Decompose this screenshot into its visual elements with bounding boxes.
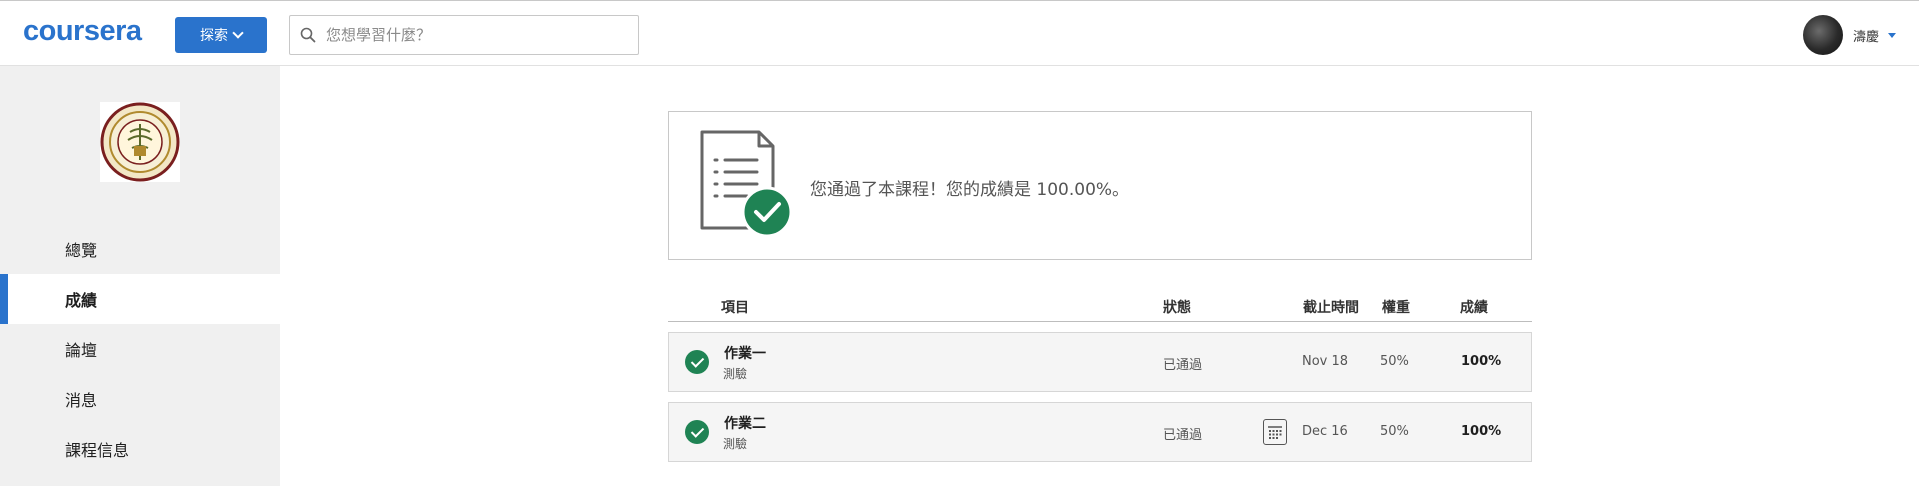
table-row[interactable]: 作業二 測驗 已通過 Dec 16 50% 100% (668, 402, 1532, 462)
sidebar-item-label: 論壇 (65, 341, 98, 360)
calendar-icon[interactable] (1263, 419, 1287, 445)
sidebar-item-course-info[interactable]: 課程信息 (0, 424, 280, 474)
assignment-due-date: Dec 16 (1302, 424, 1348, 439)
user-name[interactable]: 濤慶 (1853, 26, 1879, 45)
explore-button[interactable]: 探索 (175, 17, 267, 53)
sidebar-item-label: 消息 (65, 391, 98, 410)
coursera-logo[interactable]: coursera (23, 15, 142, 48)
sidebar-item-forums[interactable]: 論壇 (0, 324, 280, 374)
sidebar-item-overview[interactable]: 總覽 (0, 224, 280, 274)
assignment-due-date: Nov 18 (1302, 354, 1349, 369)
assignment-grade: 100% (1461, 424, 1502, 439)
check-circle-icon (685, 420, 709, 444)
caret-down-icon[interactable] (1888, 32, 1897, 38)
assignment-weight: 50% (1380, 354, 1409, 369)
sidebar-item-label: 課程信息 (65, 441, 130, 460)
explore-label: 探索 (200, 28, 228, 44)
search-input[interactable] (326, 26, 626, 44)
assignment-type: 測驗 (723, 437, 748, 451)
sidebar-item-grades[interactable]: 成績 (0, 274, 280, 324)
top-header: coursera 探索 濤慶 (0, 0, 1919, 66)
check-circle-icon (685, 350, 709, 374)
column-header-grade: 成績 (1460, 300, 1488, 316)
search-icon (290, 16, 326, 54)
assignment-status: 已通過 (1163, 358, 1203, 373)
column-header-item: 項目 (721, 300, 749, 316)
assignment-grade: 100% (1461, 354, 1502, 369)
university-seal-logo[interactable] (100, 102, 180, 182)
column-header-status: 狀態 (1163, 300, 1191, 316)
certificate-document-icon (699, 130, 799, 242)
assignment-name[interactable]: 作業二 (724, 413, 766, 433)
chevron-down-icon (232, 27, 244, 39)
course-sidebar: 總覽 成績 論壇 消息 課程信息 (0, 66, 280, 486)
column-header-weight: 權重 (1382, 300, 1410, 316)
user-menu[interactable]: 濤慶 (1803, 15, 1897, 55)
sidebar-item-messages[interactable]: 消息 (0, 374, 280, 424)
pass-message: 您通過了本課程！您的成績是 100.00%。 (810, 180, 1130, 200)
avatar[interactable] (1803, 15, 1843, 55)
search-bar[interactable] (289, 15, 639, 55)
column-header-due: 截止時間 (1303, 300, 1359, 316)
assignment-status: 已通過 (1163, 428, 1203, 443)
assignment-name[interactable]: 作業一 (724, 343, 766, 363)
assignment-type: 測驗 (723, 367, 748, 381)
table-row[interactable]: 作業一 測驗 已通過 Nov 18 50% 100% (668, 332, 1532, 392)
assignment-weight: 50% (1380, 424, 1409, 439)
grades-table-header: 項目 狀態 截止時間 權重 成績 (668, 290, 1532, 322)
course-passed-banner: 您通過了本課程！您的成績是 100.00%。 (668, 111, 1532, 260)
sidebar-item-label: 成績 (65, 291, 98, 310)
sidebar-item-label: 總覽 (65, 241, 98, 260)
